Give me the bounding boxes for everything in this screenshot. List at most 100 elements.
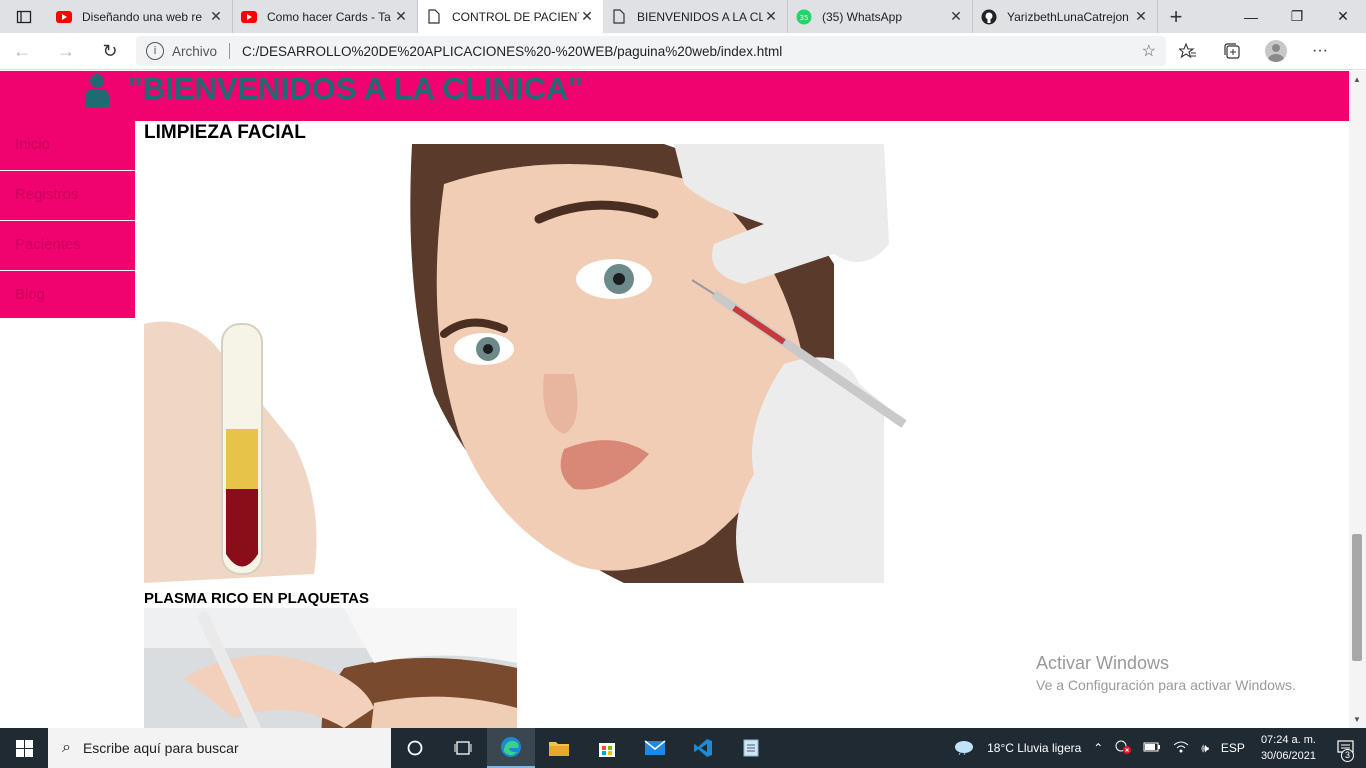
- nav-item-blog[interactable]: Blog: [0, 271, 135, 321]
- collections-icon: [1224, 43, 1240, 59]
- clock-date: 30/06/2021: [1260, 750, 1316, 762]
- network-error-icon[interactable]: [1115, 740, 1132, 757]
- settings-menu-button[interactable]: ···: [1298, 33, 1342, 70]
- wifi-icon[interactable]: [1173, 740, 1189, 757]
- weather-text[interactable]: 18°C Lluvia ligera: [987, 741, 1081, 755]
- notepad-icon: [743, 739, 759, 757]
- scroll-up-icon[interactable]: ▲: [1353, 75, 1361, 84]
- windows-icon: [15, 739, 33, 757]
- taskbar-search-input[interactable]: ⌕ Escribe aquí para buscar: [48, 728, 391, 768]
- close-icon[interactable]: ✕: [393, 8, 409, 25]
- edge-icon: [501, 737, 521, 757]
- page-icon: [611, 9, 627, 25]
- search-icon: ⌕: [62, 739, 71, 756]
- browser-tab[interactable]: BIENVENIDOS A LA CL ✕: [603, 0, 788, 33]
- tab-actions-button[interactable]: [0, 0, 48, 33]
- facial-treatment-image: [144, 144, 919, 583]
- store-icon: [599, 743, 615, 757]
- tab-title: YarizbethLunaCatrejon: [1007, 9, 1129, 24]
- cortana-icon: [407, 740, 423, 756]
- scrollbar[interactable]: ▲ ▼: [1349, 71, 1366, 728]
- back-button[interactable]: ←: [0, 33, 44, 70]
- tab-title: Diseñando una web re: [82, 9, 203, 24]
- add-favorite-icon[interactable]: ☆: [1142, 41, 1156, 61]
- vscode-button[interactable]: [679, 728, 727, 768]
- browser-tab[interactable]: 35 (35) WhatsApp ✕: [788, 0, 973, 33]
- notepad-button[interactable]: [727, 728, 775, 768]
- collections-button[interactable]: [1210, 33, 1254, 70]
- address-bar[interactable]: i Archivo C:/DESARROLLO%20DE%20APLICACIO…: [136, 36, 1166, 66]
- close-icon[interactable]: ✕: [948, 8, 964, 25]
- user-icon: [85, 74, 109, 107]
- close-window-button[interactable]: ✕: [1320, 0, 1366, 33]
- favorites-button[interactable]: [1166, 33, 1210, 70]
- page-title: "BIENVENIDOS A LA CLINICA": [128, 71, 583, 106]
- avatar: [1265, 40, 1287, 62]
- folder-icon: [549, 742, 569, 756]
- battery-icon[interactable]: [1143, 741, 1161, 755]
- divider: [229, 43, 231, 59]
- refresh-button[interactable]: ↻: [88, 33, 132, 70]
- section-title-plasma-rico: PLASMA RICO EN PLAQUETAS: [144, 590, 370, 607]
- nav-item-pacientes[interactable]: Pacientes: [0, 221, 135, 271]
- search-placeholder: Escribe aquí para buscar: [82, 740, 239, 756]
- browser-tab[interactable]: Como hacer Cards - Ta ✕: [233, 0, 418, 33]
- browser-tab-active[interactable]: CONTROL DE PACIENT ✕: [418, 0, 603, 33]
- whatsapp-icon: 35: [796, 9, 812, 25]
- chevron-up-icon[interactable]: ⌃: [1093, 741, 1103, 755]
- mail-button[interactable]: [631, 728, 679, 768]
- side-navigation: Inicio Registros Pacientes Blog: [0, 121, 135, 318]
- youtube-icon: [56, 9, 72, 25]
- language-indicator[interactable]: ESP: [1221, 741, 1245, 755]
- window-controls: — ❐ ✕: [1228, 0, 1366, 33]
- new-tab-button[interactable]: +: [1158, 0, 1194, 33]
- volume-icon[interactable]: 🕪: [1201, 741, 1209, 756]
- notification-center-button[interactable]: 3: [1326, 728, 1366, 768]
- favorites-icon: [1179, 43, 1196, 59]
- store-button[interactable]: [583, 728, 631, 768]
- section-title-limpieza-facial: LIMPIEZA FACIAL: [144, 122, 306, 143]
- cortana-button[interactable]: [391, 728, 439, 768]
- close-icon[interactable]: ✕: [763, 8, 779, 25]
- svg-text:35: 35: [800, 14, 809, 22]
- profile-button[interactable]: [1254, 33, 1298, 70]
- edge-taskbar-button[interactable]: [487, 728, 535, 768]
- page-icon: [426, 9, 442, 25]
- start-button[interactable]: [0, 728, 48, 768]
- file-explorer-button[interactable]: [535, 728, 583, 768]
- close-icon[interactable]: ✕: [579, 8, 595, 25]
- github-icon: [981, 9, 997, 25]
- browser-tab[interactable]: YarizbethLunaCatrejon ✕: [973, 0, 1158, 33]
- task-view-button[interactable]: [439, 728, 487, 768]
- tab-title: CONTROL DE PACIENT: [452, 9, 579, 24]
- info-icon[interactable]: i: [146, 42, 164, 60]
- tab-title: (35) WhatsApp: [822, 9, 903, 24]
- browser-tab[interactable]: Diseñando una web re ✕: [48, 0, 233, 33]
- nav-item-registros[interactable]: Registros: [0, 171, 135, 221]
- vscode-icon: [694, 739, 712, 757]
- system-tray: 18°C Lluvia ligera ⌃ 🕪 ESP 07:24 a. m. 3…: [947, 728, 1366, 768]
- clock[interactable]: 07:24 a. m. 30/06/2021: [1261, 732, 1316, 764]
- close-icon[interactable]: ✕: [1133, 8, 1149, 25]
- tab-title: Como hacer Cards - Ta: [267, 9, 391, 24]
- close-icon[interactable]: ✕: [208, 8, 224, 25]
- clock-time: 07:24 a. m.: [1260, 734, 1316, 746]
- task-view-icon: [454, 741, 472, 755]
- youtube-icon: [241, 9, 257, 25]
- plasma-treatment-image: [144, 608, 517, 728]
- weather-icon[interactable]: [953, 739, 975, 758]
- minimize-button[interactable]: —: [1228, 0, 1274, 33]
- scrollbar-thumb[interactable]: [1352, 534, 1362, 661]
- scroll-down-icon[interactable]: ▼: [1353, 715, 1361, 724]
- maximize-button[interactable]: ❐: [1274, 0, 1320, 33]
- notification-count: 3: [1341, 749, 1354, 762]
- activation-watermark-text: Ve a Configuración para activar Windows.: [1036, 677, 1296, 693]
- mail-icon: [644, 740, 666, 755]
- browser-tab-strip: Diseñando una web re ✕ Como hacer Cards …: [0, 0, 1366, 33]
- forward-button[interactable]: →: [44, 33, 88, 70]
- url-text[interactable]: C:/DESARROLLO%20DE%20APLICACIONES%20-%20…: [242, 44, 1142, 59]
- scheme-label: Archivo: [172, 43, 218, 59]
- tab-actions-icon: [16, 10, 32, 23]
- nav-item-inicio[interactable]: Inicio: [0, 121, 135, 171]
- tab-title: BIENVENIDOS A LA CL: [637, 9, 763, 24]
